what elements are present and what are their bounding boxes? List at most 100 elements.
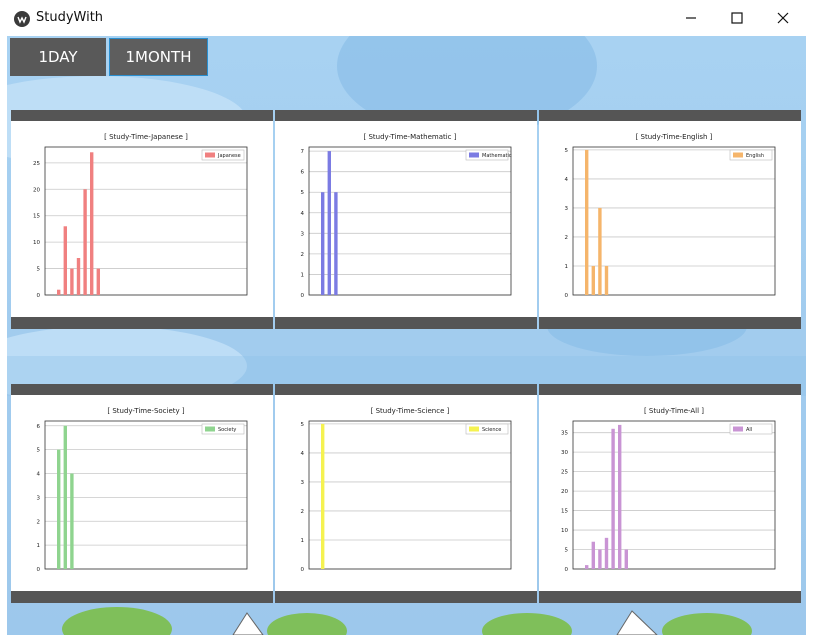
y-tick-label: 0 — [37, 567, 41, 573]
plot-frame — [308, 146, 512, 296]
bar — [63, 226, 67, 295]
main-content: 1DAY 1MONTH [ Study-Time-Japanese ] 0 5 10 1… — [7, 36, 806, 635]
window-title: StudyWith — [36, 10, 104, 25]
y-tick-label: 30 — [561, 450, 568, 456]
bar — [76, 258, 81, 295]
y-tick-label: 5 — [301, 422, 305, 428]
y-tick-label: 6 — [301, 170, 305, 176]
close-icon — [777, 12, 789, 24]
bar — [321, 192, 325, 295]
app-window: StudyWith 1DAY 1MONTH [ Study-Time-Japan… — [0, 0, 814, 643]
y-tick-label: 25 — [561, 470, 568, 476]
title-bar: StudyWith — [0, 0, 814, 36]
legend-label: Japanese — [217, 153, 241, 159]
y-tick-label: 1 — [565, 264, 569, 270]
plot-frame — [44, 420, 248, 570]
chart-panel-society: [ Study-Time-Society ] 0 1 2 3 4 5 6 Society — [11, 384, 273, 603]
chart-panel-english: [ Study-Time-English ] 0 1 2 3 4 5 English — [539, 110, 801, 329]
chart-mathematic: [ Study-Time-Mathematic ] 0 1 2 3 4 5 6 7 Mathema… — [301, 133, 512, 299]
bar — [598, 207, 602, 295]
chart-english: [ Study-Time-English ] 0 1 2 3 4 5 English — [565, 133, 776, 299]
chart-panel-japanese: [ Study-Time-Japanese ] 0 5 10 15 20 25 Japanes… — [11, 110, 273, 329]
y-tick-label: 5 — [37, 448, 41, 454]
legend-swatch — [733, 426, 743, 432]
close-button[interactable] — [760, 0, 806, 36]
y-tick-label: 3 — [565, 206, 569, 212]
tab-1month[interactable]: 1MONTH — [109, 38, 208, 76]
y-tick-label: 0 — [565, 567, 569, 573]
y-tick-label: 10 — [561, 528, 568, 534]
bar — [334, 192, 338, 295]
y-tick-label: 5 — [565, 548, 569, 554]
y-tick-label: 3 — [301, 480, 305, 486]
y-tick-label: 5 — [565, 148, 569, 154]
y-tick-label: 35 — [561, 431, 568, 437]
y-tick-label: 0 — [301, 293, 305, 299]
y-tick-label: 2 — [37, 519, 41, 525]
bar — [591, 265, 595, 295]
minimize-icon — [686, 17, 696, 19]
chart-title: [ Study-Time-All ] — [644, 407, 704, 415]
bar — [604, 537, 609, 569]
legend-swatch — [205, 152, 215, 158]
chart-title: [ Study-Time-Japanese ] — [104, 133, 188, 141]
bar — [57, 449, 61, 569]
y-tick-label: 0 — [301, 567, 305, 573]
bar — [585, 565, 589, 569]
legend-label: All — [746, 427, 752, 433]
legend-label: Mathematic — [482, 153, 512, 159]
y-tick-label: 20 — [561, 489, 568, 495]
y-tick-label: 2 — [301, 252, 305, 258]
chart-society: [ Study-Time-Society ] 0 1 2 3 4 5 6 Society — [37, 407, 248, 573]
y-tick-label: 10 — [33, 240, 40, 246]
legend-label: English — [746, 153, 764, 159]
y-tick-label: 5 — [301, 190, 305, 196]
y-tick-label: 15 — [561, 509, 568, 515]
bar — [90, 152, 94, 295]
legend-swatch — [469, 426, 479, 432]
app-logo-icon — [14, 11, 30, 27]
chart-science: [ Study-Time-Science ] 0 1 2 3 4 5 Science — [301, 407, 512, 573]
y-tick-label: 25 — [33, 161, 40, 167]
chart-all: [ Study-Time-All ] 0 5 10 15 20 25 30 35 All — [561, 407, 776, 573]
bar — [611, 428, 615, 569]
legend-swatch — [733, 152, 743, 158]
y-tick-label: 1 — [301, 272, 305, 278]
plot-frame — [572, 420, 776, 570]
plot-frame — [572, 146, 776, 296]
y-tick-label: 4 — [565, 177, 569, 183]
chart-japanese: [ Study-Time-Japanese ] 0 5 10 15 20 25 Japanes… — [33, 133, 248, 299]
y-tick-label: 3 — [37, 495, 41, 501]
bar — [618, 424, 622, 569]
y-tick-label: 1 — [37, 543, 41, 549]
y-tick-label: 20 — [33, 187, 40, 193]
y-tick-label: 4 — [37, 472, 41, 478]
bar — [598, 549, 602, 569]
plot-frame — [44, 146, 248, 296]
bar — [327, 151, 331, 295]
bar — [83, 189, 87, 295]
tab-1day[interactable]: 1DAY — [10, 38, 106, 76]
minimize-button[interactable] — [668, 0, 714, 36]
y-tick-label: 0 — [565, 293, 569, 299]
y-tick-label: 1 — [301, 538, 305, 544]
bar — [591, 541, 595, 569]
decorative-frog-characters — [62, 607, 752, 635]
legend-label: Society — [218, 427, 236, 433]
bar — [321, 423, 325, 569]
bar — [604, 265, 609, 295]
chart-panel-science: [ Study-Time-Science ] 0 1 2 3 4 5 Science — [275, 384, 537, 603]
y-tick-label: 4 — [301, 451, 305, 457]
maximize-button[interactable] — [714, 0, 760, 36]
y-tick-label: 2 — [301, 509, 305, 515]
y-tick-label: 6 — [37, 424, 41, 430]
chart-panel-mathematic: [ Study-Time-Mathematic ] 0 1 2 3 4 5 6 7 Mathema… — [275, 110, 537, 329]
bar — [585, 149, 589, 295]
y-tick-label: 3 — [301, 231, 305, 237]
y-tick-label: 0 — [37, 293, 41, 299]
bar — [70, 268, 74, 295]
maximize-icon — [731, 12, 743, 24]
bar — [63, 425, 67, 569]
legend-swatch — [205, 426, 215, 432]
legend-swatch — [469, 152, 479, 158]
